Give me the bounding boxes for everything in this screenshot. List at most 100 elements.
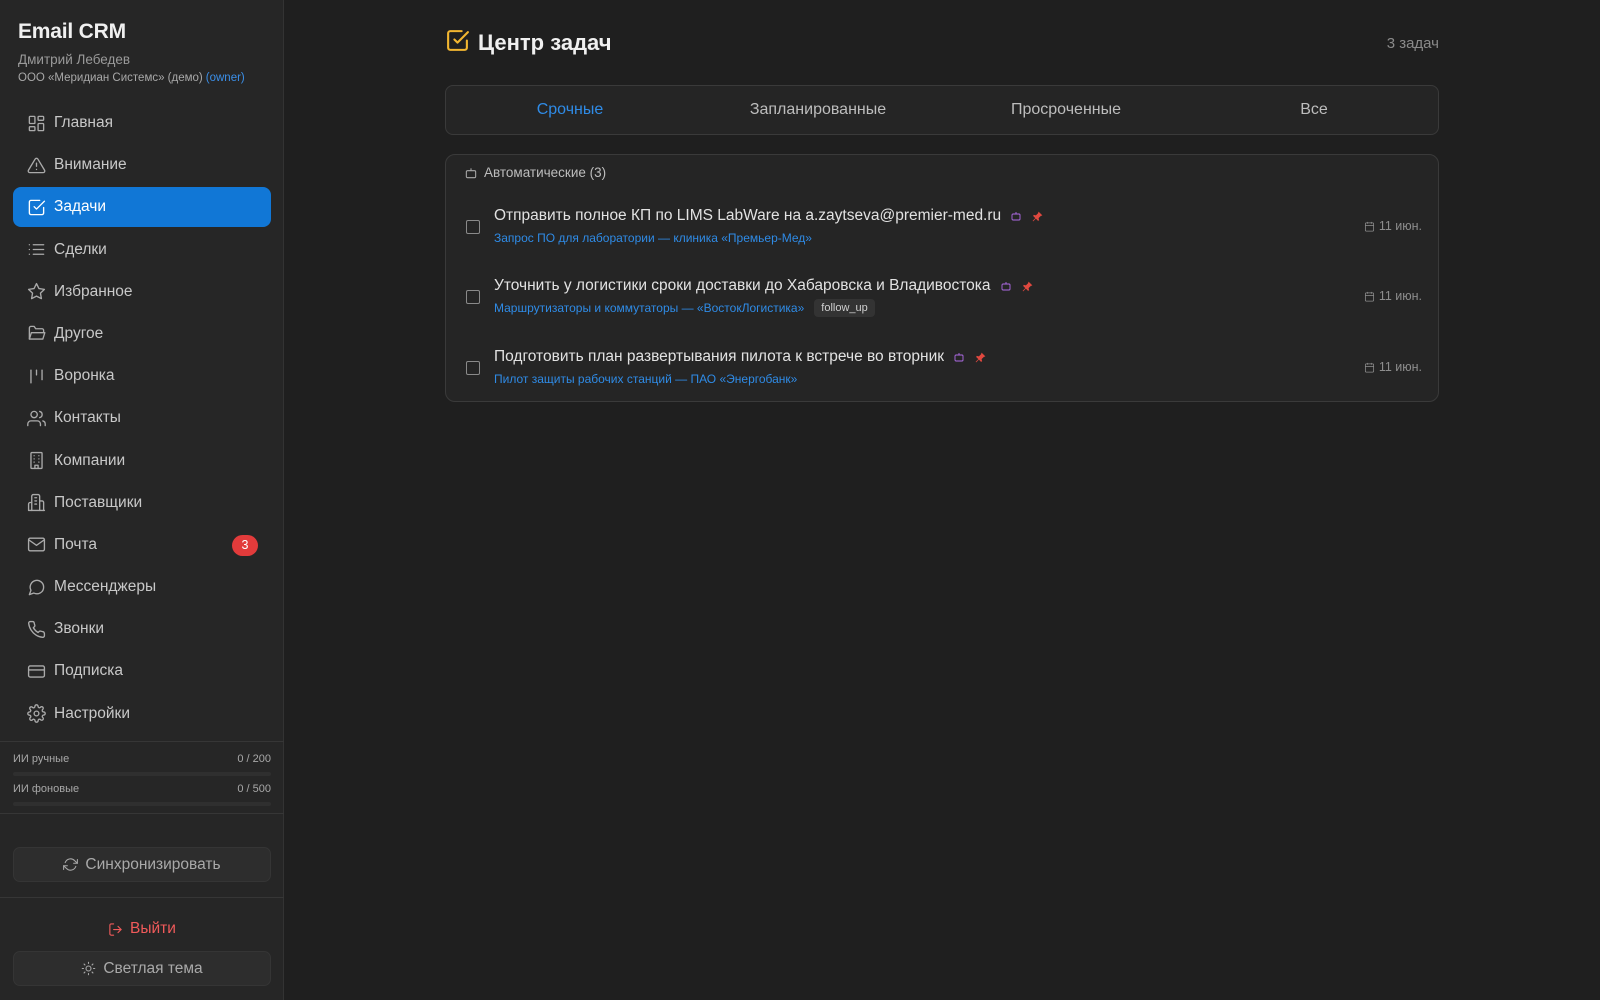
tab-all[interactable]: Все <box>1190 86 1438 134</box>
sidebar-item-subscription[interactable]: Подписка <box>13 651 271 691</box>
sidebar-item-contacts[interactable]: Контакты <box>13 398 271 438</box>
theme-label: Светлая тема <box>103 959 203 977</box>
sidebar-item-label: Другое <box>54 324 104 342</box>
deal-link[interactable]: Запрос ПО для лаборатории — клиника «Пре… <box>494 231 812 245</box>
tab-scheduled[interactable]: Запланированные <box>694 86 942 134</box>
sidebar-item-messengers[interactable]: Мессенджеры <box>13 567 271 607</box>
pin-icon[interactable] <box>1021 280 1034 293</box>
task-count: 3 задач <box>1386 34 1439 52</box>
kanban-icon <box>26 366 46 386</box>
sidebar-divider <box>0 741 284 742</box>
deal-link[interactable]: Пилот защиты рабочих станций — ПАО «Энер… <box>494 372 797 386</box>
due-label: 11 июн. <box>1378 219 1422 233</box>
sidebar-item-funnel[interactable]: Воронка <box>13 356 271 396</box>
phone-icon <box>26 619 46 639</box>
folder-icon <box>26 324 46 344</box>
logout-label: Выйти <box>130 920 176 937</box>
quota-progress-bar <box>13 802 271 806</box>
page-title: Центр задач <box>478 30 612 55</box>
sidebar-nav: Главная Внимание Задачи Сделки Избранное… <box>13 103 271 736</box>
task-due-date: 11 июн. <box>1364 219 1422 233</box>
sidebar-item-mail[interactable]: Почта 3 <box>13 525 271 565</box>
sidebar-item-label: Компании <box>54 451 126 469</box>
sidebar-item-home[interactable]: Главная <box>13 103 271 143</box>
sidebar-divider <box>0 813 284 814</box>
theme-toggle-button[interactable]: Светлая тема <box>13 951 271 986</box>
quota-value: 0 / 200 <box>237 753 271 765</box>
sidebar-item-favorites[interactable]: Избранное <box>13 272 271 312</box>
sidebar-divider <box>0 897 284 898</box>
tab-overdue[interactable]: Просроченные <box>942 86 1190 134</box>
quota-value: 0 / 500 <box>237 783 271 795</box>
task-due-date: 11 июн. <box>1364 289 1422 303</box>
task-title[interactable]: Отправить полное КП по LIMS LabWare на a… <box>494 207 1001 225</box>
quota-label: ИИ ручные <box>13 753 70 765</box>
sync-button[interactable]: Синхронизировать <box>13 847 271 882</box>
checkbox-icon <box>26 197 46 217</box>
sidebar-item-deals[interactable]: Сделки <box>13 230 271 270</box>
sidebar-item-attention[interactable]: Внимание <box>13 145 271 185</box>
quota-label: ИИ фоновые <box>13 783 80 795</box>
sync-label: Синхронизировать <box>85 855 221 873</box>
app-title: Email CRM <box>18 20 126 43</box>
users-icon <box>26 408 46 428</box>
refresh-icon <box>63 858 79 871</box>
sidebar-item-label: Звонки <box>54 620 105 638</box>
task-row: Подготовить план развертывания пилота к … <box>446 346 1440 406</box>
due-label: 11 июн. <box>1378 360 1422 374</box>
sidebar-item-label: Настройки <box>54 704 131 722</box>
buildings-icon <box>26 493 46 513</box>
calendar-icon <box>1364 221 1374 231</box>
quota-progress-bar <box>13 772 271 776</box>
sidebar-item-label: Подписка <box>54 662 124 680</box>
logout-icon <box>109 922 122 936</box>
task-tag: follow_up <box>814 299 875 317</box>
sidebar-item-companies[interactable]: Компании <box>13 441 271 481</box>
task-title[interactable]: Уточнить у логистики сроки доставки до Х… <box>494 277 991 295</box>
sidebar-item-label: Избранное <box>54 282 133 300</box>
sidebar-item-label: Поставщики <box>54 493 143 511</box>
task-checkbox[interactable] <box>466 361 480 375</box>
sidebar-item-label: Задачи <box>54 198 107 216</box>
tab-urgent[interactable]: Срочные <box>446 86 694 134</box>
due-label: 11 июн. <box>1378 289 1422 303</box>
deal-link[interactable]: Маршрутизаторы и коммутаторы — «ВостокЛо… <box>494 301 804 315</box>
warning-icon <box>26 155 46 175</box>
sidebar-item-label: Сделки <box>54 240 107 258</box>
task-checkbox[interactable] <box>466 290 480 304</box>
app-root: Email CRM Дмитрий Лебедев ООО «Меридиан … <box>0 0 1600 1000</box>
chat-icon <box>26 577 46 597</box>
task-checkbox[interactable] <box>466 220 480 234</box>
org-name: ООО «Меридиан Системс» (демо) <box>18 72 203 84</box>
sidebar-item-other[interactable]: Другое <box>13 314 271 354</box>
bot-icon <box>465 167 477 178</box>
sidebar: Email CRM Дмитрий Лебедев ООО «Меридиан … <box>0 0 284 1000</box>
sidebar-item-label: Контакты <box>54 409 121 427</box>
building-icon <box>26 451 46 471</box>
task-row: Уточнить у логистики сроки доставки до Х… <box>446 275 1440 335</box>
list-icon <box>26 240 46 260</box>
sidebar-item-tasks[interactable]: Задачи <box>13 187 271 228</box>
calendar-icon <box>1364 291 1374 301</box>
card-icon <box>26 661 46 681</box>
calendar-icon <box>1364 362 1374 372</box>
logout-button[interactable]: Выйти <box>13 914 271 944</box>
sidebar-item-label: Почта <box>54 535 98 553</box>
task-title[interactable]: Подготовить план развертывания пилота к … <box>494 348 944 366</box>
quota-ai-background: ИИ фоновые 0 / 500 <box>13 783 271 806</box>
page-header: Центр задач 3 задач <box>445 28 1439 58</box>
sun-icon <box>82 961 96 976</box>
grid-icon <box>26 113 46 133</box>
sidebar-item-suppliers[interactable]: Поставщики <box>13 483 271 523</box>
main-content: Центр задач 3 задач Срочные Запланирован… <box>284 0 1600 1000</box>
sidebar-item-label: Мессенджеры <box>54 578 157 596</box>
user-name: Дмитрий Лебедев <box>18 52 131 67</box>
gear-icon <box>26 704 46 724</box>
pin-icon[interactable] <box>974 351 987 364</box>
sidebar-item-settings[interactable]: Настройки <box>13 694 271 734</box>
task-due-date: 11 июн. <box>1364 360 1422 374</box>
sidebar-item-calls[interactable]: Звонки <box>13 609 271 649</box>
sidebar-item-label: Воронка <box>54 367 115 385</box>
pin-icon[interactable] <box>1031 210 1044 223</box>
bot-icon <box>953 351 965 363</box>
